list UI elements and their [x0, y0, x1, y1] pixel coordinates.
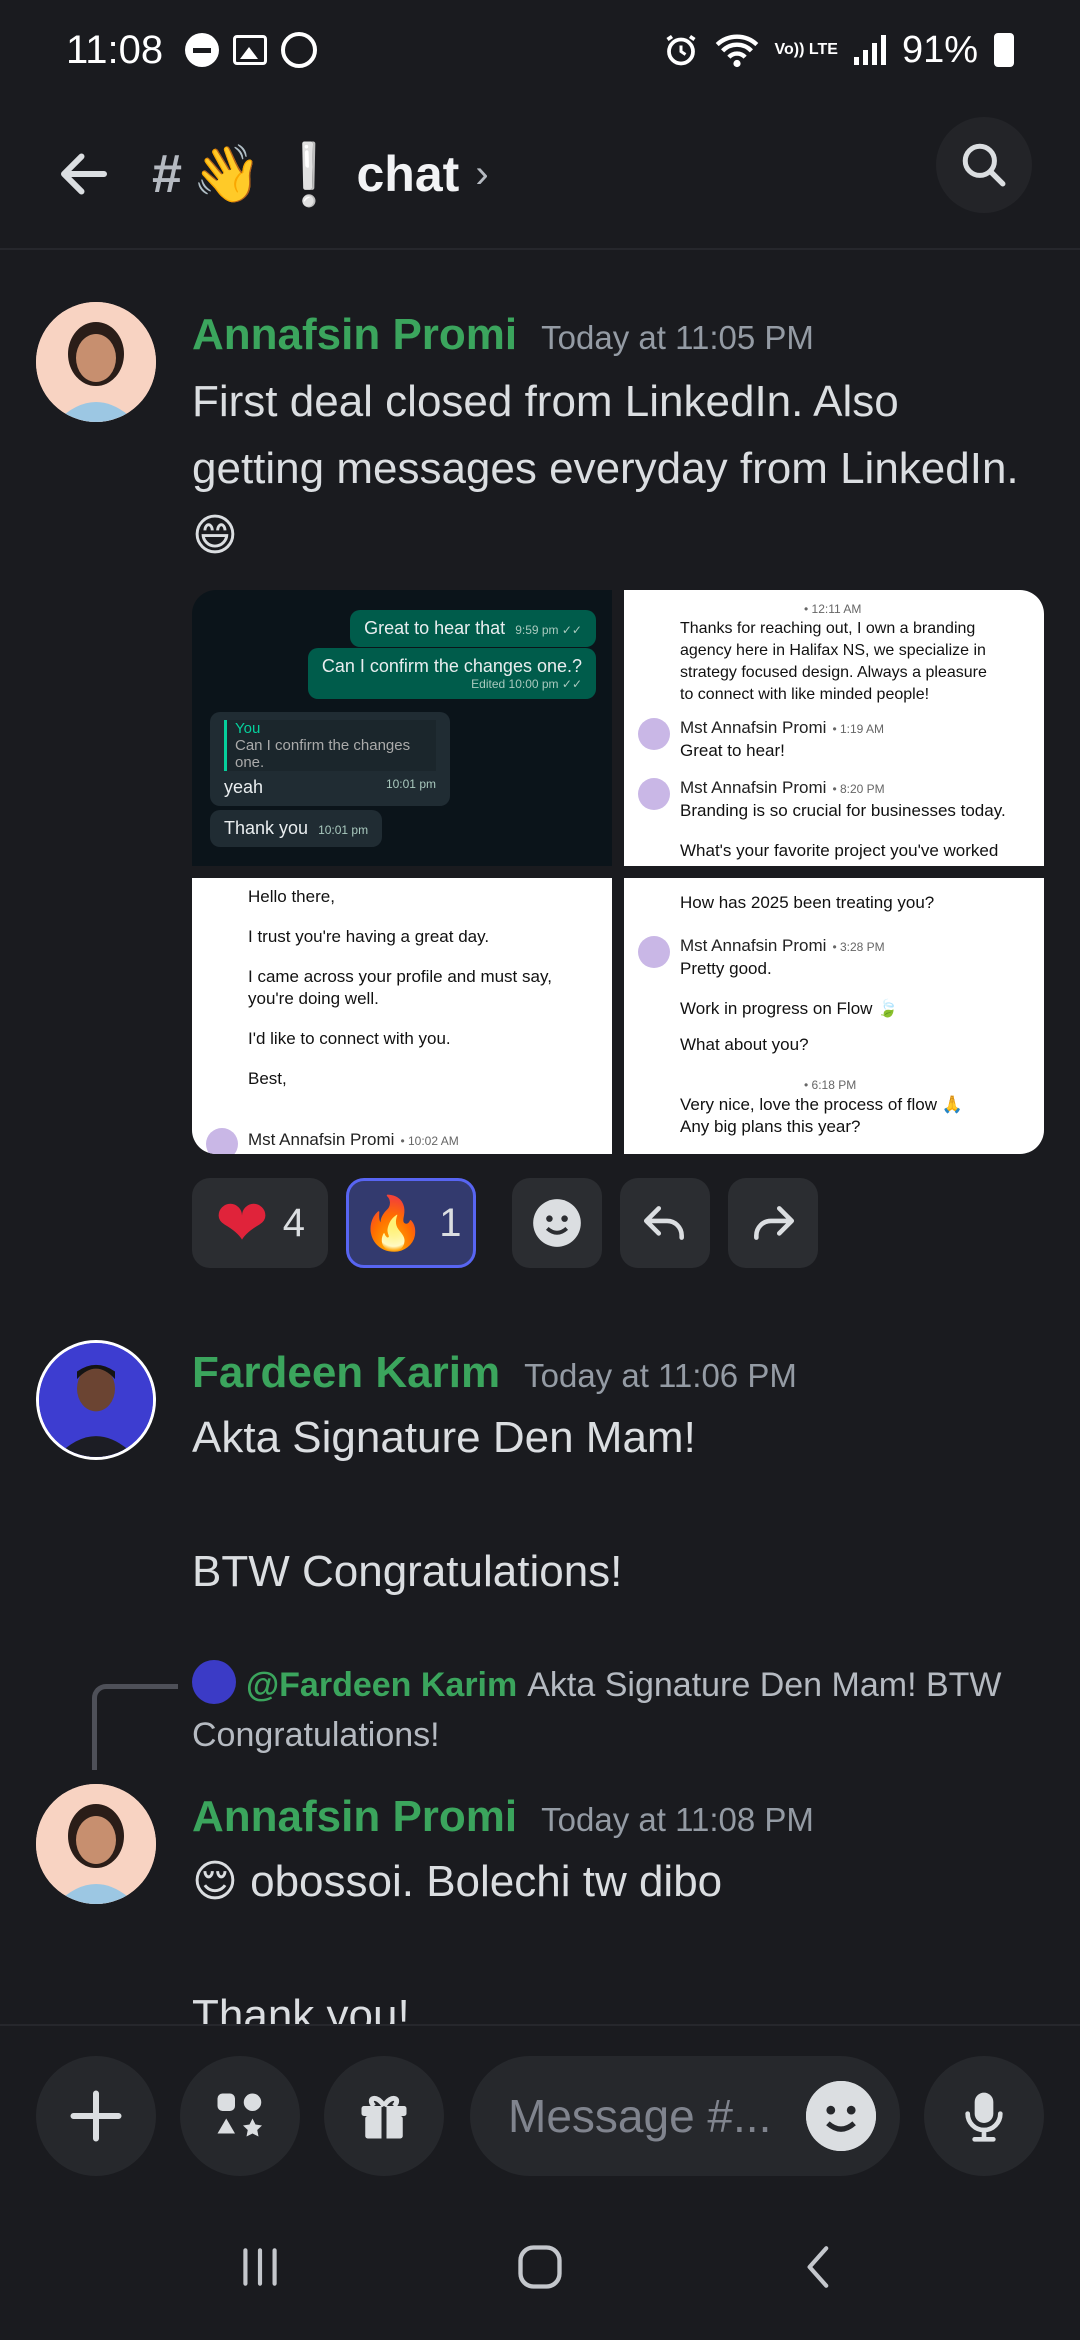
message-list[interactable]: Annafsin Promi Today at 11:05 PM First d…	[0, 250, 1080, 2024]
reply-button[interactable]	[620, 1178, 710, 1268]
forward-button[interactable]	[728, 1178, 818, 1268]
attachment-image-linkedin[interactable]: Hello there, I trust you're having a gre…	[192, 878, 612, 1154]
microphone-icon	[965, 2092, 1003, 2142]
message-timestamp: Today at 11:06 PM	[524, 1357, 797, 1394]
fire-emoji: 🔥	[360, 1194, 426, 1253]
attachment-image-whatsapp[interactable]: Great to hear that 9:59 pm ✓✓ Can I confi…	[192, 590, 612, 866]
gallery-icon	[233, 35, 268, 65]
message-composer: Message #...	[0, 2024, 1080, 2194]
reaction-fire[interactable]: 🔥 1	[346, 1178, 476, 1268]
add-reaction-button[interactable]	[512, 1178, 602, 1268]
message-author[interactable]: Fardeen Karim	[192, 1348, 500, 1398]
chat-bubble: You Can I confirm the changes one. yeah 10…	[210, 712, 450, 806]
heart-emoji: ❤	[215, 1187, 269, 1259]
voice-message-button[interactable]	[924, 2056, 1044, 2176]
battery-percent: 91%	[901, 28, 978, 71]
message-placeholder: Message #...	[508, 2090, 772, 2142]
reply-mention: @Fardeen Karim	[246, 1666, 518, 1704]
forward-icon	[754, 1206, 795, 1240]
reply-connector	[92, 1684, 178, 1770]
message-text: BTW Congratulations!	[192, 1547, 623, 1596]
message-timestamp: Today at 11:08 PM	[541, 1801, 814, 1838]
apps-icon	[217, 2093, 262, 2137]
battery-icon	[994, 33, 1014, 67]
search-button[interactable]	[936, 117, 1032, 213]
exclamation-emoji: ❕	[271, 140, 347, 208]
chevron-right-icon: ›	[475, 151, 489, 196]
message-author[interactable]: Annafsin Promi	[192, 1792, 517, 1842]
message-timestamp: Today at 11:05 PM	[541, 319, 814, 356]
message-input[interactable]: Message #...	[470, 2056, 900, 2176]
chevron-left-icon	[807, 2246, 829, 2288]
whatsapp-icon	[281, 32, 318, 68]
channel-header: # 👋 ❕ chat ›	[0, 100, 1080, 250]
avatar[interactable]	[36, 302, 156, 422]
add-attachment-button[interactable]	[36, 2056, 156, 2176]
avatar[interactable]	[36, 1784, 156, 1904]
channel-hash-icon: #	[152, 144, 183, 204]
back-nav-button[interactable]	[775, 2222, 865, 2312]
arrow-left-icon	[61, 153, 107, 195]
chat-bubble: Thank you 10:01 pm	[210, 810, 383, 847]
message-text: First deal closed from LinkedIn. Also ge…	[192, 377, 1019, 560]
channel-name: chat	[356, 146, 460, 202]
attachment-image-linkedin[interactable]: • 12:11 AM Thanks for reaching out, I ow…	[624, 590, 1044, 866]
reply-avatar	[192, 1660, 236, 1704]
recent-apps-icon	[243, 2248, 277, 2286]
avatar-image	[36, 302, 156, 422]
reply-preview[interactable]: @Fardeen Karim Akta Signature Den Mam! BT…	[192, 1660, 1052, 1760]
wave-emoji: 👋	[192, 142, 262, 205]
wifi-icon	[715, 34, 758, 68]
status-bar: 11:08 Vo)) LTE 91%	[0, 0, 1080, 100]
lte-indicator: Vo)) LTE	[774, 41, 838, 58]
avatar[interactable]	[36, 1340, 156, 1460]
image-attachments: Great to hear that 9:59 pm ✓✓ Can I confi…	[192, 590, 1044, 1154]
chat-bubble: Great to hear that 9:59 pm ✓✓	[350, 610, 596, 647]
chat-bubble: Can I confirm the changes one.? Edited 10…	[307, 648, 596, 699]
search-icon	[962, 143, 1006, 187]
status-time: 11:08	[66, 27, 164, 72]
reaction-heart[interactable]: ❤ 4	[192, 1178, 328, 1268]
reaction-count: 1	[439, 1200, 462, 1245]
home-button[interactable]	[495, 2222, 585, 2312]
gift-icon	[361, 2096, 407, 2139]
reactions-bar: ❤ 4 🔥 1	[192, 1178, 818, 1268]
signal-icon	[853, 35, 886, 65]
alarm-icon	[666, 34, 696, 66]
attachment-image-linkedin[interactable]: How has 2025 been treating you? Mst Anna…	[624, 878, 1044, 1154]
reaction-count: 4	[282, 1200, 305, 1245]
gift-button[interactable]	[324, 2056, 444, 2176]
apps-button[interactable]	[180, 2056, 300, 2176]
home-icon	[518, 2245, 562, 2289]
message-text: Akta Signature Den Mam!	[192, 1413, 696, 1462]
channel-title[interactable]: # 👋 ❕ chat ›	[152, 139, 489, 210]
avatar-image	[36, 1784, 156, 1904]
smile-icon	[806, 2081, 876, 2151]
recent-apps-button[interactable]	[215, 2222, 305, 2312]
system-navigation-bar	[0, 2194, 1080, 2340]
plus-icon	[70, 2090, 122, 2142]
message-text: Thank you!	[192, 1991, 410, 2024]
emoji-picker-button[interactable]	[806, 2081, 876, 2151]
reply-icon	[643, 1206, 684, 1240]
dnd-icon	[185, 33, 220, 67]
back-button[interactable]	[44, 134, 124, 214]
avatar-image	[39, 1343, 153, 1457]
message-text: 😌 obossoi. Bolechi tw dibo	[192, 1857, 723, 1906]
message-author[interactable]: Annafsin Promi	[192, 310, 517, 360]
smile-icon	[533, 1199, 581, 1247]
